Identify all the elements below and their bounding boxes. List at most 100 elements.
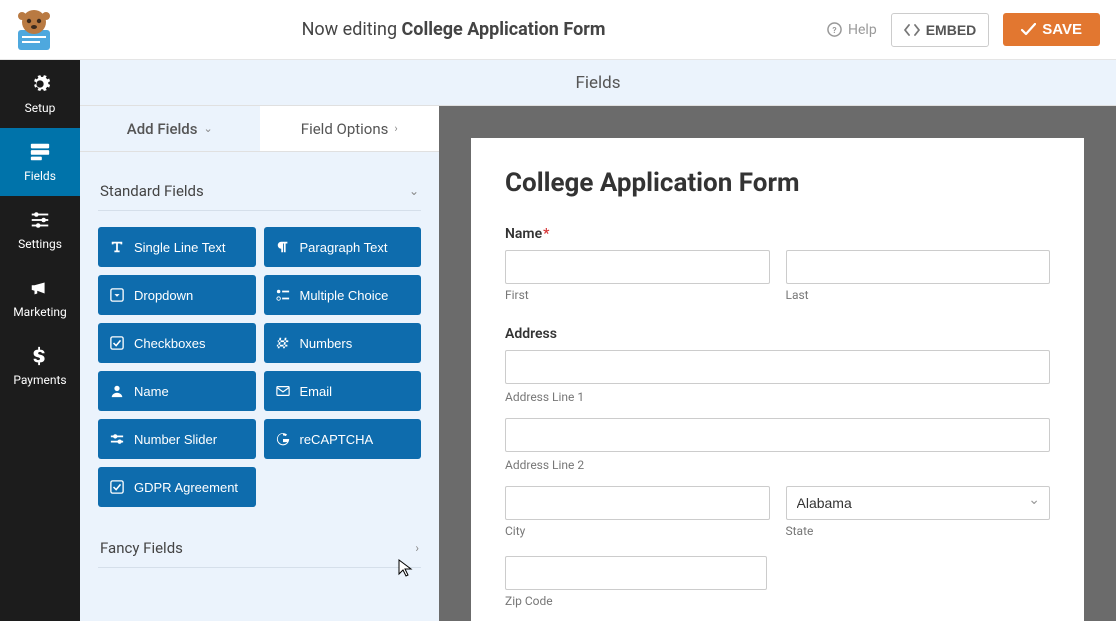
address-line-2-input[interactable]: [505, 418, 1050, 452]
form-title: College Application Form: [505, 168, 1050, 198]
field-label: Email: [300, 384, 333, 399]
field-address-block: Address Address Line 1 Address Line 2 Ci…: [505, 326, 1050, 621]
builder-panel: Add Fields ⌄ Field Options › Standard Fi…: [80, 106, 439, 621]
state-sub-label: State: [786, 524, 1051, 538]
addr2-sub-label: Address Line 2: [505, 458, 1050, 472]
group-standard-fields[interactable]: Standard Fields ⌄: [98, 172, 421, 211]
gear-icon: [29, 73, 51, 95]
embed-label: EMBED: [926, 22, 977, 38]
field-multiple-choice[interactable]: Multiple Choice: [264, 275, 422, 315]
dollar-icon: [29, 345, 51, 367]
rail-label: Marketing: [13, 305, 67, 319]
embed-button[interactable]: EMBED: [891, 13, 990, 47]
chevron-down-icon: ⌄: [409, 184, 419, 198]
rail-item-fields[interactable]: Fields: [0, 128, 80, 196]
field-label: Paragraph Text: [300, 240, 388, 255]
chevron-down-icon: ⌄: [203, 122, 212, 135]
field-number-slider[interactable]: Number Slider: [98, 419, 256, 459]
field-label: Numbers: [300, 336, 353, 351]
body: Setup Fields Settings Marketing Payments…: [0, 60, 1116, 621]
address-line-1-input[interactable]: [505, 350, 1050, 384]
field-email[interactable]: Email: [264, 371, 422, 411]
help-link[interactable]: ? Help: [827, 22, 877, 38]
editing-title: Now editing College Application Form: [80, 19, 827, 40]
name-label-text: Name: [505, 226, 542, 242]
save-label: SAVE: [1042, 21, 1082, 38]
addr1-sub-label: Address Line 1: [505, 390, 1050, 404]
group-fancy-fields[interactable]: Fancy Fields ›: [98, 529, 421, 568]
rail-label: Settings: [18, 237, 62, 251]
group-title: Standard Fields: [100, 182, 204, 200]
panel-body: Standard Fields ⌄ Single Line Text Parag…: [80, 152, 439, 568]
tab-label: Add Fields: [127, 120, 198, 138]
user-icon: [110, 384, 124, 398]
field-label: Number Slider: [134, 432, 217, 447]
code-icon: [904, 23, 920, 37]
last-name-input[interactable]: [786, 250, 1051, 284]
section-title: Fields: [80, 60, 1116, 106]
city-sub-label: City: [505, 524, 770, 538]
field-checkboxes[interactable]: Checkboxes: [98, 323, 256, 363]
hashtag-icon: [276, 336, 290, 350]
help-label: Help: [848, 22, 877, 38]
rail-label: Setup: [25, 101, 56, 115]
chevron-right-icon: ›: [415, 541, 419, 555]
field-name[interactable]: Name: [98, 371, 256, 411]
check-square-icon: [110, 336, 124, 350]
radio-list-icon: [276, 288, 290, 302]
app-logo: [10, 8, 80, 52]
editing-prefix: Now editing: [302, 19, 402, 40]
left-rail: Setup Fields Settings Marketing Payments: [0, 60, 80, 621]
zip-sub-label: Zip Code: [505, 594, 767, 608]
field-recaptcha[interactable]: reCAPTCHA: [264, 419, 422, 459]
svg-text:?: ?: [832, 26, 836, 36]
city-input[interactable]: [505, 486, 770, 520]
name-label: Name*: [505, 226, 1050, 242]
tab-add-fields[interactable]: Add Fields ⌄: [80, 106, 260, 152]
field-single-line-text[interactable]: Single Line Text: [98, 227, 256, 267]
field-label: reCAPTCHA: [300, 432, 374, 447]
rail-item-payments[interactable]: Payments: [0, 332, 80, 400]
text-icon: [110, 240, 124, 254]
form-preview-area: College Application Form Name* First: [439, 106, 1116, 621]
tab-label: Field Options: [301, 120, 389, 138]
form-card[interactable]: College Application Form Name* First: [471, 138, 1084, 621]
field-numbers[interactable]: Numbers: [264, 323, 422, 363]
address-label: Address: [505, 326, 1050, 342]
caret-square-icon: [110, 288, 124, 302]
field-name-block: Name* First Last: [505, 226, 1050, 316]
tab-field-options[interactable]: Field Options ›: [260, 106, 440, 152]
main: Fields Add Fields ⌄ Field Options ›: [80, 60, 1116, 621]
check-icon: [1021, 23, 1036, 36]
zip-input[interactable]: [505, 556, 767, 590]
required-asterisk: *: [543, 226, 549, 242]
standard-fields-grid: Single Line Text Paragraph Text Dropdown: [98, 211, 421, 529]
state-select[interactable]: Alabama: [786, 486, 1051, 520]
field-label: Multiple Choice: [300, 288, 389, 303]
form-fields-icon: [29, 141, 51, 163]
first-sub-label: First: [505, 288, 770, 302]
field-label: GDPR Agreement: [134, 480, 238, 495]
panel-tabs: Add Fields ⌄ Field Options ›: [80, 106, 439, 152]
group-title: Fancy Fields: [100, 539, 183, 557]
field-gdpr-agreement[interactable]: GDPR Agreement: [98, 467, 256, 507]
paragraph-icon: [276, 240, 290, 254]
envelope-icon: [276, 384, 290, 398]
topbar: Now editing College Application Form ? H…: [0, 0, 1116, 60]
save-button[interactable]: SAVE: [1003, 13, 1100, 46]
check-square-icon: [110, 480, 124, 494]
editing-form-name: College Application Form: [402, 19, 606, 40]
field-dropdown[interactable]: Dropdown: [98, 275, 256, 315]
rail-item-marketing[interactable]: Marketing: [0, 264, 80, 332]
sliders-icon: [29, 209, 51, 231]
last-sub-label: Last: [786, 288, 1051, 302]
chevron-right-icon: ›: [394, 122, 397, 135]
first-name-input[interactable]: [505, 250, 770, 284]
field-label: Name: [134, 384, 169, 399]
rail-item-settings[interactable]: Settings: [0, 196, 80, 264]
rail-label: Fields: [24, 169, 56, 183]
field-paragraph-text[interactable]: Paragraph Text: [264, 227, 422, 267]
rail-item-setup[interactable]: Setup: [0, 60, 80, 128]
slider-icon: [110, 432, 124, 446]
rail-label: Payments: [13, 373, 66, 387]
